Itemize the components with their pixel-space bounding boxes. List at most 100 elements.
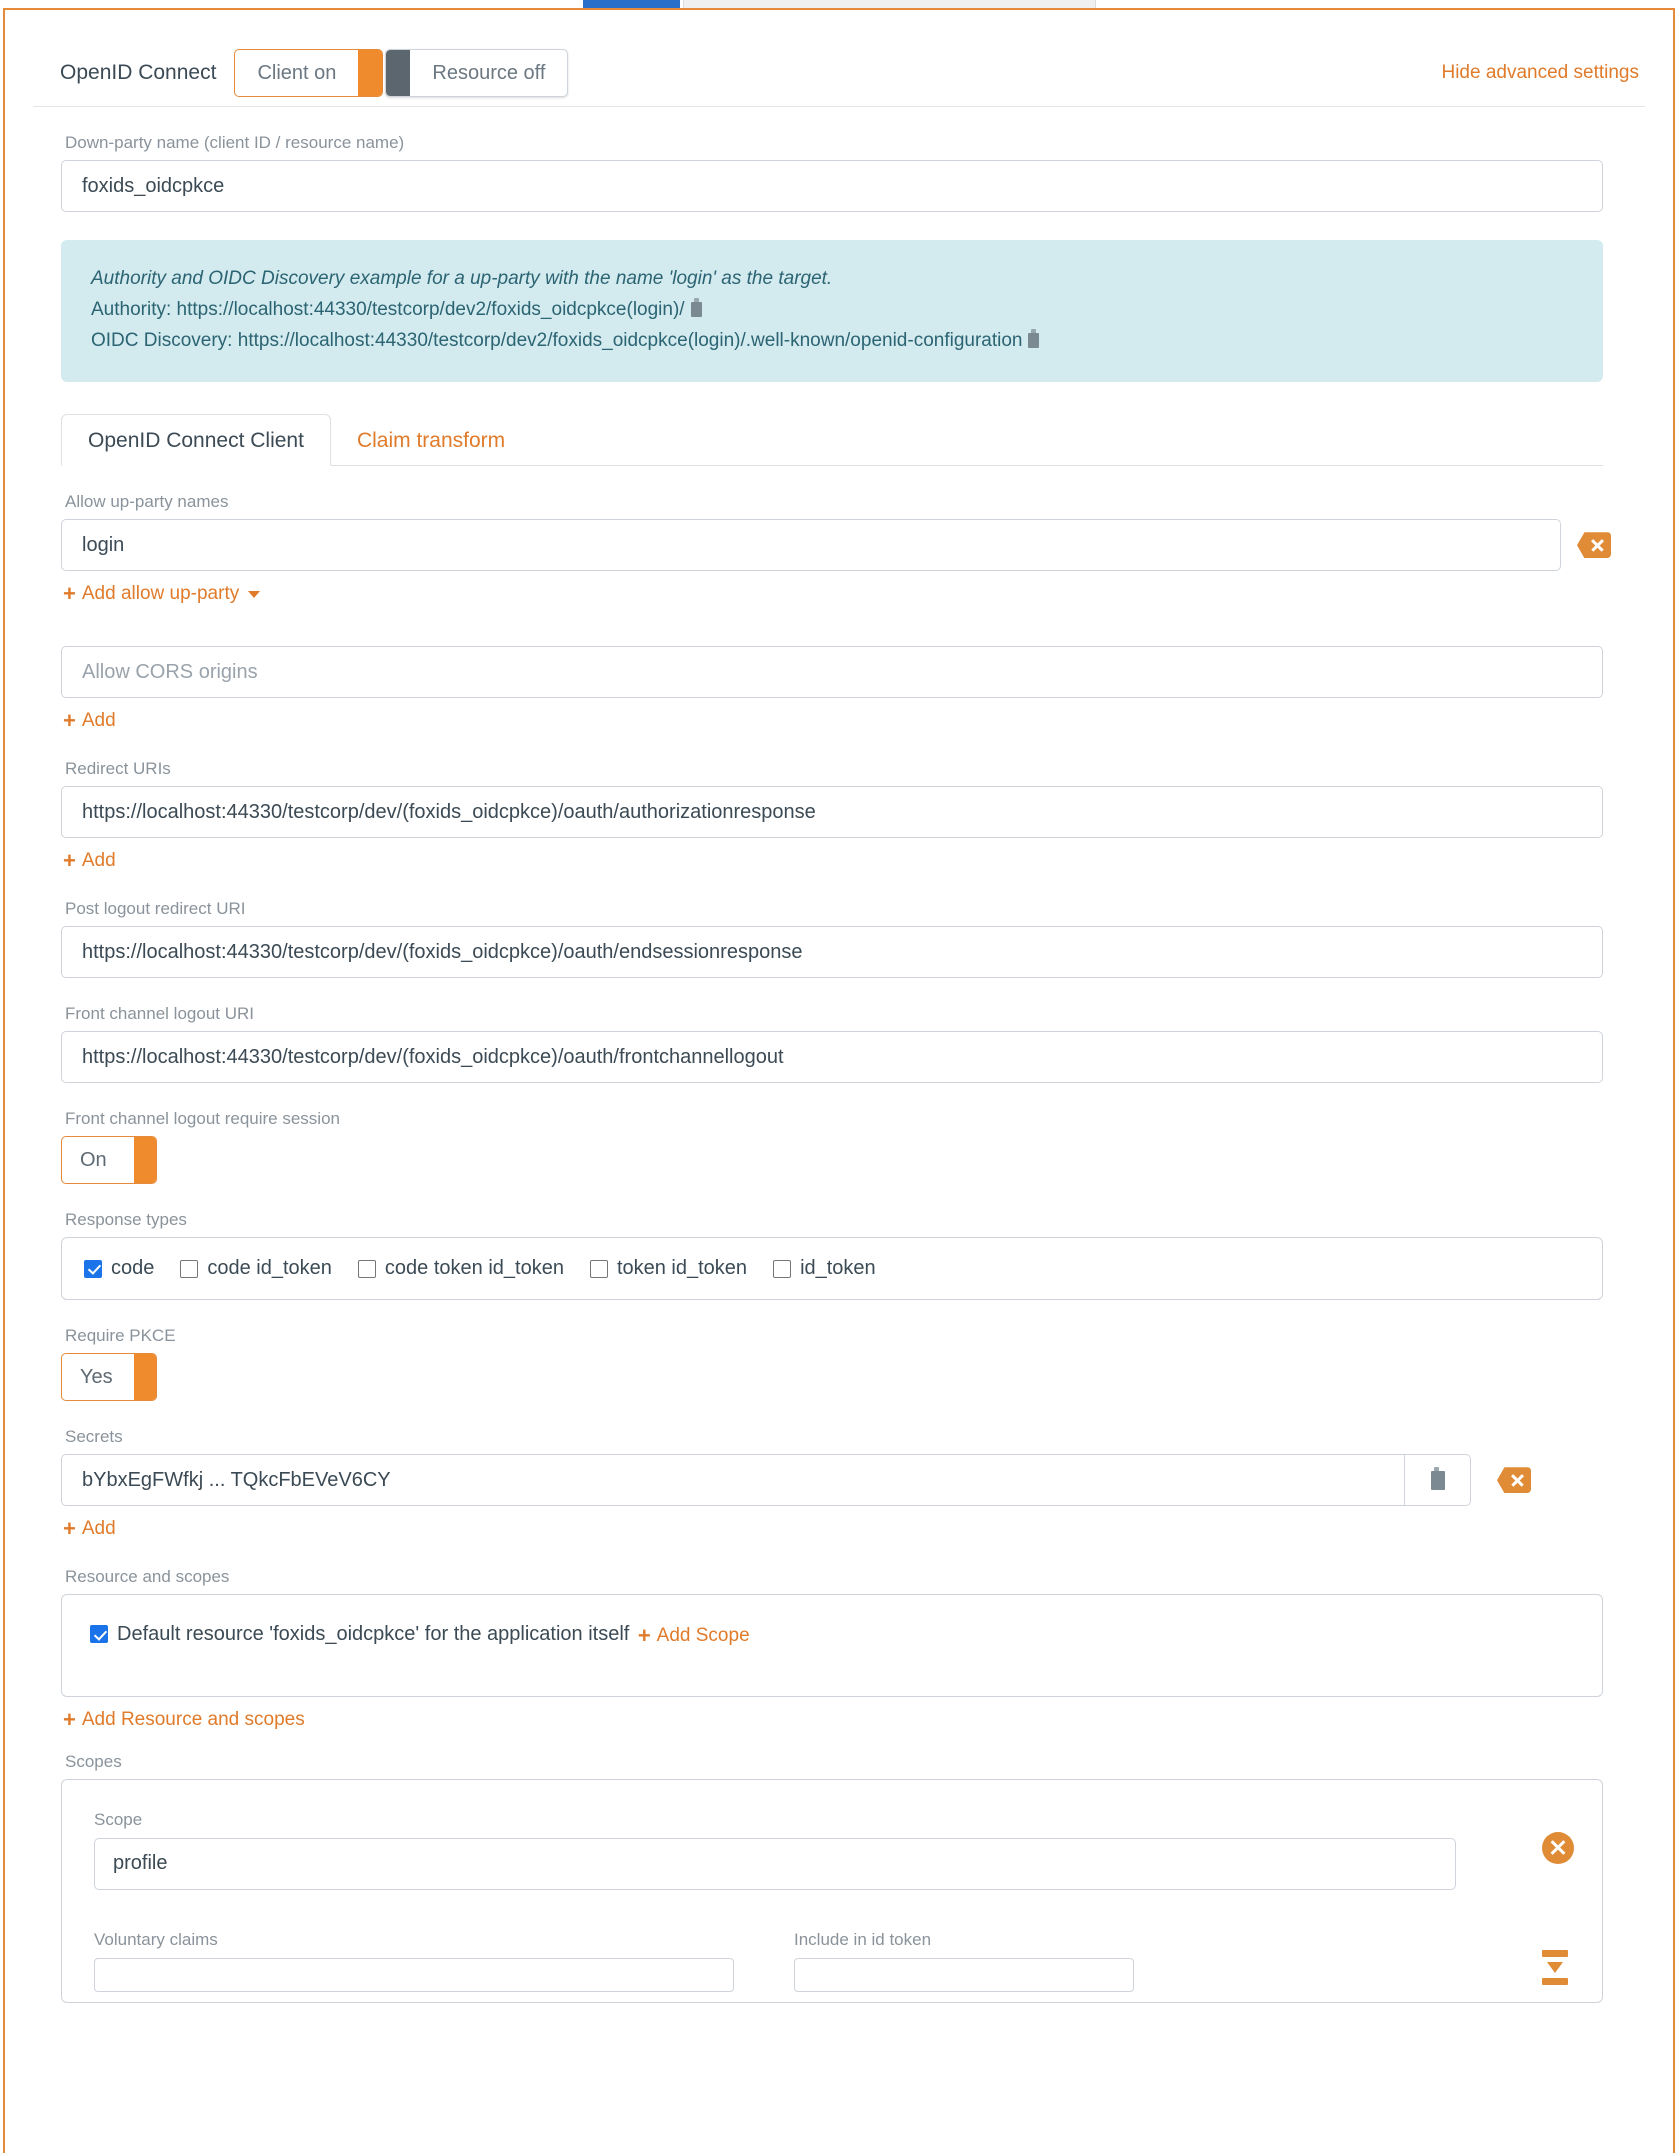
checkbox-label: code bbox=[111, 1257, 155, 1280]
checkbox-default-resource[interactable]: Default resource 'foxids_oidcpkce' for t… bbox=[90, 1623, 629, 1646]
add-resource-and-scopes-link[interactable]: + Add Resource and scopes bbox=[63, 1706, 305, 1732]
checkbox-token-id-token[interactable]: token id_token bbox=[589, 1257, 747, 1280]
resource-and-scopes-label: Resource and scopes bbox=[65, 1567, 230, 1587]
browser-tab-inactive[interactable] bbox=[683, 0, 1096, 8]
info-line-1: Authority and OIDC Discovery example for… bbox=[91, 268, 833, 289]
voluntary-claims-input[interactable] bbox=[94, 1957, 734, 1992]
checkbox-label: code id_token bbox=[207, 1257, 332, 1280]
resource-and-scopes-box: Default resource 'foxids_oidcpkce' for t… bbox=[61, 1594, 1603, 1697]
checkbox-label: code token id_token bbox=[384, 1257, 564, 1280]
circle-x-icon[interactable] bbox=[1542, 1831, 1574, 1864]
oidc-discovery-label: OIDC Discovery: bbox=[91, 329, 233, 351]
page-title: OpenID Connect bbox=[60, 61, 217, 84]
card-header: OpenID Connect Client on Resource off Hi… bbox=[5, 10, 1673, 106]
info-line-3: OIDC Discovery: https://localhost:44330/… bbox=[91, 326, 1573, 357]
front-channel-require-session-label: Front channel logout require session bbox=[65, 1109, 340, 1129]
clipboard-icon[interactable] bbox=[1028, 328, 1040, 348]
tab-claim-transform[interactable]: Claim transform bbox=[331, 415, 531, 465]
browser-chrome-strip bbox=[0, 0, 1678, 8]
checkbox-icon bbox=[84, 1259, 102, 1278]
plus-icon: + bbox=[63, 1706, 76, 1732]
clipboard-icon bbox=[1430, 1466, 1445, 1490]
response-types-box: code code id_token code token id_token t… bbox=[61, 1237, 1603, 1301]
add-secret-label: Add bbox=[81, 1518, 116, 1540]
scope-field-label: Scope bbox=[94, 1809, 143, 1829]
settings-tabs: OpenID Connect Client Claim transform bbox=[61, 414, 1603, 467]
require-pkce-value: Yes bbox=[80, 1365, 113, 1388]
collapse-icon[interactable] bbox=[1538, 1948, 1572, 1992]
post-logout-redirect-uri-input[interactable]: https://localhost:44330/testcorp/dev/(fo… bbox=[61, 926, 1603, 979]
include-in-id-token-group: Include in id token bbox=[794, 1930, 1134, 1992]
allow-up-party-input[interactable]: login bbox=[61, 519, 1561, 572]
redirect-uris-input[interactable]: https://localhost:44330/testcorp/dev/(fo… bbox=[61, 786, 1603, 839]
add-secret-link[interactable]: + Add bbox=[63, 1518, 116, 1540]
require-pkce-toggle[interactable]: Yes bbox=[61, 1353, 157, 1402]
plus-icon: + bbox=[63, 1516, 76, 1542]
copy-secret-button[interactable] bbox=[1404, 1455, 1470, 1506]
secrets-value: bYbxEgFWfkj ... TQkcFbEVeV6CY bbox=[82, 1468, 391, 1491]
cors-origins-input[interactable]: Allow CORS origins bbox=[61, 646, 1603, 699]
add-allow-up-party-label: Add allow up-party bbox=[81, 583, 240, 605]
resource-toggle-knob bbox=[386, 50, 411, 96]
scopes-label: Scopes bbox=[65, 1751, 122, 1771]
checkbox-id-token[interactable]: id_token bbox=[773, 1257, 876, 1280]
down-party-name-input[interactable]: foxids_oidcpkce bbox=[61, 160, 1603, 212]
client-toggle[interactable]: Client on bbox=[234, 49, 384, 97]
add-redirect-uri-link[interactable]: + Add bbox=[63, 850, 116, 872]
checkbox-code-token-id-token[interactable]: code token id_token bbox=[357, 1257, 564, 1280]
add-resource-and-scopes-label: Add Resource and scopes bbox=[81, 1708, 305, 1730]
toggle-knob bbox=[134, 1354, 156, 1401]
party-type-toggle-group: Client on Resource off bbox=[234, 49, 570, 97]
hide-advanced-settings-link[interactable]: Hide advanced settings bbox=[1441, 62, 1639, 84]
checkbox-label: Default resource 'foxids_oidcpkce' for t… bbox=[117, 1622, 630, 1645]
checkbox-icon bbox=[773, 1259, 792, 1278]
info-line-2: Authority: https://localhost:44330/testc… bbox=[91, 295, 1573, 326]
secrets-row: bYbxEgFWfkj ... TQkcFbEVeV6CY bbox=[61, 1454, 1645, 1507]
tab-openid-connect-client[interactable]: OpenID Connect Client bbox=[61, 414, 331, 467]
checkbox-icon bbox=[589, 1259, 608, 1278]
front-channel-logout-uri-label: Front channel logout URI bbox=[65, 1004, 254, 1024]
allow-up-party-names-label: Allow up-party names bbox=[65, 492, 229, 512]
front-channel-logout-uri-input[interactable]: https://localhost:44330/testcorp/dev/(fo… bbox=[61, 1031, 1603, 1084]
include-in-id-token-input[interactable] bbox=[794, 1957, 1134, 1992]
authority-info-box: Authority and OIDC Discovery example for… bbox=[61, 240, 1603, 383]
add-scope-link[interactable]: + Add Scope bbox=[638, 1625, 750, 1647]
client-toggle-label: Client on bbox=[257, 61, 337, 84]
backspace-delete-icon[interactable] bbox=[1577, 532, 1611, 559]
add-cors-origin-link[interactable]: + Add bbox=[63, 710, 116, 732]
include-in-id-token-label: Include in id token bbox=[794, 1929, 932, 1949]
plus-icon: + bbox=[63, 848, 76, 874]
add-allow-up-party-link[interactable]: + Add allow up-party bbox=[63, 581, 261, 607]
browser-tab-active[interactable] bbox=[583, 0, 680, 8]
down-party-card: OpenID Connect Client on Resource off Hi… bbox=[3, 8, 1675, 2153]
allow-up-party-row: login bbox=[33, 519, 1645, 572]
voluntary-claims-label: Voluntary claims bbox=[94, 1929, 218, 1949]
secrets-input[interactable]: bYbxEgFWfkj ... TQkcFbEVeV6CY bbox=[61, 1454, 1471, 1507]
plus-icon: + bbox=[63, 581, 76, 607]
resource-toggle[interactable]: Resource off bbox=[385, 49, 569, 97]
checkbox-code-id-token[interactable]: code id_token bbox=[180, 1257, 332, 1280]
scope-claims-row: Voluntary claims Include in id token bbox=[86, 1930, 1578, 1992]
scope-input[interactable]: profile bbox=[94, 1837, 1456, 1890]
add-cors-origin-label: Add bbox=[81, 710, 116, 732]
redirect-uris-label: Redirect URIs bbox=[65, 759, 171, 779]
delete-secret-button[interactable] bbox=[1497, 1467, 1531, 1494]
response-types-label: Response types bbox=[65, 1210, 187, 1230]
require-pkce-label: Require PKCE bbox=[65, 1326, 176, 1346]
front-channel-require-session-toggle[interactable]: On bbox=[61, 1136, 157, 1185]
plus-icon: + bbox=[63, 708, 76, 734]
header-divider bbox=[33, 106, 1645, 107]
checkbox-label: id_token bbox=[800, 1257, 876, 1280]
checkbox-code[interactable]: code bbox=[84, 1257, 154, 1280]
response-types-checkbox-row: code code id_token code token id_token t… bbox=[62, 1238, 1602, 1299]
voluntary-claims-group: Voluntary claims bbox=[94, 1930, 734, 1992]
checkbox-icon bbox=[357, 1259, 376, 1278]
toggle-knob bbox=[134, 1137, 156, 1184]
down-party-name-label: Down-party name (client ID / resource na… bbox=[65, 133, 405, 152]
authority-label: Authority: bbox=[91, 298, 172, 320]
chevron-down-icon bbox=[248, 590, 261, 598]
checkbox-icon bbox=[90, 1625, 108, 1644]
oidc-discovery-link[interactable]: https://localhost:44330/testcorp/dev2/fo… bbox=[238, 330, 1023, 351]
resource-toggle-label: Resource off bbox=[432, 61, 546, 84]
clipboard-icon[interactable] bbox=[690, 297, 702, 317]
